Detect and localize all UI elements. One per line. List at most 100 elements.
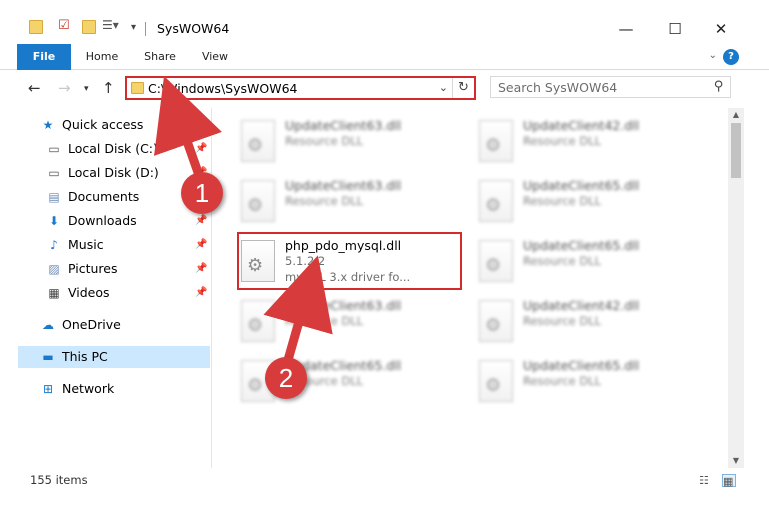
sidebar-item-label: Videos (68, 285, 110, 300)
help-icon[interactable]: ? (723, 49, 739, 65)
properties-icon[interactable]: ☑ (58, 18, 72, 33)
sidebar-item-local-disk-d[interactable]: ▭ Local Disk (D:) (46, 162, 158, 184)
download-icon: ⬇ (48, 214, 60, 228)
pin-icon[interactable]: 📌 (195, 239, 207, 250)
sidebar-item-local-disk-c[interactable]: ▭ Local Disk (C:) (46, 138, 158, 160)
dll-file-icon: ⚙ (479, 120, 513, 162)
sidebar-item-pictures[interactable]: ▨ Pictures (46, 258, 118, 280)
folder-icon (29, 20, 43, 34)
pin-icon[interactable]: 📌 (195, 143, 207, 154)
file-tile[interactable]: ⚙ UpdateClient65.dll Resource DLL (475, 234, 699, 288)
sidebar-item-label: Music (68, 237, 104, 252)
scroll-thumb[interactable] (731, 123, 741, 178)
sidebar-item-downloads[interactable]: ⬇ Downloads (46, 210, 137, 232)
file-type: Resource DLL (285, 314, 364, 328)
tab-file[interactable]: File (17, 44, 71, 70)
file-tile[interactable]: ⚙ UpdateClient63.dll Resource DLL (237, 114, 461, 168)
pin-icon[interactable]: 📌 (195, 263, 207, 274)
file-tile[interactable]: ⚙ UpdateClient63.dll Resource DLL (237, 174, 461, 228)
address-dropdown-icon[interactable]: ⌄ (439, 81, 448, 94)
sidebar-item-onedrive[interactable]: ☁ OneDrive (40, 314, 121, 336)
search-icon[interactable]: ⚲ (714, 79, 724, 94)
sidebar-item-network[interactable]: ⊞ Network (40, 378, 114, 400)
recent-locations-icon[interactable]: ▾ (84, 84, 89, 94)
title-bar: ☑ ☰▾ ▾ SysWOW64 — ☐ ✕ (0, 0, 769, 44)
sidebar-item-label: This PC (62, 349, 108, 364)
search-input[interactable]: Search SysWOW64 ⚲ (490, 76, 731, 98)
dll-file-icon: ⚙ (479, 240, 513, 282)
quick-access-dropdown-icon[interactable]: ▾ (131, 22, 145, 36)
details-view-icon[interactable]: ☷ (699, 474, 713, 487)
tab-home[interactable]: Home (80, 44, 124, 70)
sidebar-item-label: Documents (68, 189, 140, 204)
close-button[interactable]: ✕ (698, 14, 744, 44)
refresh-icon[interactable]: ↻ (452, 78, 474, 98)
file-type: Resource DLL (285, 194, 364, 208)
forward-arrow-icon[interactable]: → (58, 79, 71, 97)
drive-icon: ▭ (48, 142, 60, 156)
search-placeholder[interactable]: Search SysWOW64 (498, 80, 617, 95)
status-bar: 155 items ☷ ▦ (0, 468, 769, 492)
sidebar-item-label: Quick access (62, 117, 144, 132)
item-count: 155 items (30, 473, 88, 487)
file-type: Resource DLL (523, 374, 602, 388)
network-icon: ⊞ (42, 382, 54, 396)
dll-file-icon: ⚙ (479, 360, 513, 402)
file-tile[interactable]: ⚙ UpdateClient65.dll Resource DLL (475, 174, 699, 228)
pin-icon[interactable]: 📌 (195, 287, 207, 298)
navigation-pane: ★ Quick access ▭ Local Disk (C:) 📌 ▭ Local … (0, 108, 211, 468)
dll-file-icon: ⚙ (241, 120, 275, 162)
file-name: UpdateClient63.dll (285, 178, 402, 193)
file-name: UpdateClient65.dll (523, 238, 640, 253)
tab-share[interactable]: Share (138, 44, 182, 70)
customize-toolbar-icon[interactable]: ☰▾ (102, 18, 119, 32)
music-icon: ♪ (50, 238, 58, 252)
scroll-down-icon[interactable]: ▼ (728, 454, 744, 468)
address-path[interactable]: C:\Windows\SysWOW64 (148, 81, 297, 96)
file-highlight-box (237, 232, 462, 290)
sidebar-item-videos[interactable]: ▦ Videos (46, 282, 110, 304)
file-type: Resource DLL (523, 194, 602, 208)
file-type: Resource DLL (523, 134, 602, 148)
file-tile[interactable]: ⚙ UpdateClient42.dll Resource DLL (475, 294, 699, 348)
file-type: Resource DLL (523, 314, 602, 328)
star-icon: ★ (42, 118, 54, 132)
pin-icon[interactable]: 📌 (195, 215, 207, 226)
file-type: Resource DLL (523, 254, 602, 268)
file-name: UpdateClient63.dll (285, 118, 402, 133)
sidebar-item-label: Network (62, 381, 115, 396)
file-tile[interactable]: ⚙ UpdateClient65.dll Resource DLL (475, 354, 699, 408)
sidebar-item-documents[interactable]: ▤ Documents (46, 186, 139, 208)
scroll-up-icon[interactable]: ▲ (728, 108, 744, 122)
ribbon-expand-icon[interactable]: ⌄ (709, 50, 717, 61)
back-arrow-icon[interactable]: ← (28, 79, 41, 97)
large-icons-view-icon[interactable]: ▦ (722, 474, 736, 488)
drive-icon: ▭ (48, 166, 60, 180)
folder-icon (131, 82, 144, 94)
sidebar-item-this-pc[interactable]: ▬ This PC (18, 346, 210, 368)
file-type: Resource DLL (285, 134, 364, 148)
file-name: UpdateClient65.dll (523, 358, 640, 373)
vertical-scrollbar[interactable]: ▲ ▼ (728, 108, 744, 468)
cloud-icon: ☁ (42, 318, 54, 332)
file-name: UpdateClient42.dll (523, 298, 640, 313)
file-tile[interactable]: ⚙ UpdateClient42.dll Resource DLL (475, 114, 699, 168)
dll-file-icon: ⚙ (241, 180, 275, 222)
new-folder-icon[interactable] (82, 20, 96, 34)
video-icon: ▦ (48, 286, 60, 300)
file-tile[interactable]: ⚙ UpdateClient63.dll Resource DLL (237, 294, 461, 348)
sidebar-item-label: OneDrive (62, 317, 121, 332)
maximize-button[interactable]: ☐ (652, 14, 698, 44)
up-arrow-icon[interactable]: ↑ (102, 79, 115, 97)
dll-file-icon: ⚙ (241, 300, 275, 342)
sidebar-item-label: Downloads (68, 213, 137, 228)
tab-view[interactable]: View (195, 44, 235, 70)
dll-file-icon: ⚙ (479, 300, 513, 342)
documents-icon: ▤ (48, 190, 60, 204)
step-1-badge: 1 (181, 172, 223, 214)
sidebar-item-label: Pictures (68, 261, 118, 276)
sidebar-item-quick-access[interactable]: ★ Quick access (40, 114, 144, 136)
address-bar[interactable]: C:\Windows\SysWOW64 ⌄ ↻ (125, 76, 476, 100)
minimize-button[interactable]: — (603, 14, 649, 44)
sidebar-item-music[interactable]: ♪ Music (46, 234, 104, 256)
